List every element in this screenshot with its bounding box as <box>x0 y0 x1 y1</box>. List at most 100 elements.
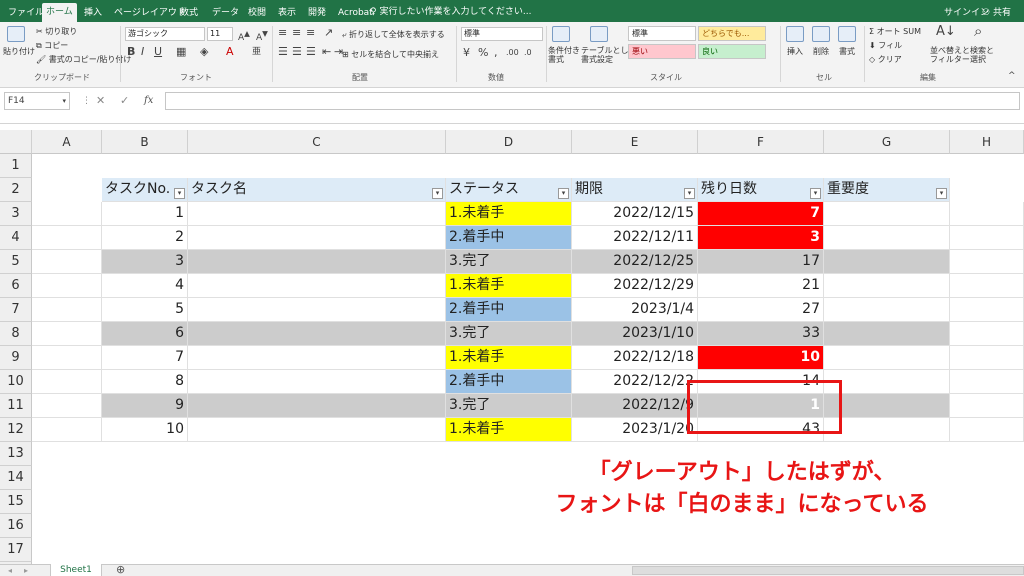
percent-icon[interactable]: % <box>478 47 488 59</box>
due-date-cell[interactable]: 2022/12/9 <box>572 394 698 418</box>
status-cell[interactable]: 3.完了 <box>446 250 572 274</box>
status-cell[interactable]: 1.未着手 <box>446 418 572 442</box>
row-header[interactable]: 5 <box>0 250 32 274</box>
table-header-cell[interactable]: 残り日数 ▾ <box>698 178 824 202</box>
column-header-f[interactable]: F <box>698 130 824 154</box>
cell[interactable] <box>32 226 102 250</box>
column-header-b[interactable]: B <box>102 130 188 154</box>
row-header[interactable]: 12 <box>0 418 32 442</box>
task-name-cell[interactable] <box>188 370 446 394</box>
row-header[interactable]: 4 <box>0 226 32 250</box>
format-painter-button[interactable]: 🖌 書式のコピー/貼り付け <box>36 54 131 65</box>
row-header[interactable]: 2 <box>0 178 32 202</box>
task-name-cell[interactable] <box>188 298 446 322</box>
status-cell[interactable]: 2.着手中 <box>446 298 572 322</box>
formula-input[interactable] <box>165 92 1020 110</box>
column-header-a[interactable]: A <box>32 130 102 154</box>
importance-cell[interactable] <box>824 322 950 346</box>
importance-cell[interactable] <box>824 250 950 274</box>
task-no-cell[interactable]: 3 <box>102 250 188 274</box>
row-header[interactable]: 1 <box>0 154 32 178</box>
row-header[interactable]: 7 <box>0 298 32 322</box>
due-date-cell[interactable]: 2022/12/15 <box>572 202 698 226</box>
task-name-cell[interactable] <box>188 202 446 226</box>
remaining-days-cell[interactable]: 10 <box>698 346 824 370</box>
cell[interactable] <box>950 274 1024 298</box>
table-header-cell[interactable]: タスク名 ▾ <box>188 178 446 202</box>
scroll-left-icon[interactable]: ◂ <box>8 565 12 576</box>
task-no-cell[interactable]: 9 <box>102 394 188 418</box>
format-cells-icon[interactable] <box>838 26 856 42</box>
cell[interactable] <box>32 202 102 226</box>
row-header[interactable]: 3 <box>0 202 32 226</box>
task-name-cell[interactable] <box>188 226 446 250</box>
confirm-icon[interactable]: ✓ <box>120 95 129 107</box>
table-header-cell[interactable]: 期限 ▾ <box>572 178 698 202</box>
due-date-cell[interactable]: 2023/1/4 <box>572 298 698 322</box>
task-no-cell[interactable]: 5 <box>102 298 188 322</box>
cell[interactable] <box>950 346 1024 370</box>
table-header-cell[interactable]: 重要度 ▾ <box>824 178 950 202</box>
remaining-days-cell[interactable]: 21 <box>698 274 824 298</box>
row-header[interactable]: 15 <box>0 490 32 514</box>
select-all-corner[interactable] <box>0 130 32 154</box>
cell[interactable] <box>32 322 102 346</box>
due-date-cell[interactable]: 2022/12/18 <box>572 346 698 370</box>
due-date-cell[interactable]: 2023/1/10 <box>572 322 698 346</box>
phonetic-icon[interactable]: 亜 <box>252 46 261 58</box>
task-name-cell[interactable] <box>188 322 446 346</box>
task-name-cell[interactable] <box>188 274 446 298</box>
add-sheet-icon[interactable]: ⊕ <box>116 563 125 576</box>
status-cell[interactable]: 2.着手中 <box>446 226 572 250</box>
row-header[interactable]: 14 <box>0 466 32 490</box>
tab-data[interactable]: データ <box>208 4 243 22</box>
increase-decimal-icon[interactable]: .00 <box>506 47 519 59</box>
insert-cells-icon[interactable] <box>786 26 804 42</box>
insert-cells-button[interactable]: 挿入 <box>787 46 803 57</box>
status-cell[interactable]: 2.着手中 <box>446 370 572 394</box>
align-middle-icon[interactable]: ≡ <box>292 27 301 39</box>
indent-decrease-icon[interactable]: ⇤ <box>322 46 331 58</box>
cell[interactable] <box>32 370 102 394</box>
conditional-format-button[interactable]: 条件付き 書式 <box>548 46 580 64</box>
due-date-cell[interactable]: 2022/12/25 <box>572 250 698 274</box>
tab-insert[interactable]: 挿入 <box>80 4 106 22</box>
task-name-cell[interactable] <box>188 418 446 442</box>
cell[interactable] <box>32 274 102 298</box>
cancel-icon[interactable]: ✕ <box>96 95 105 107</box>
grow-font-icon[interactable]: A▲ <box>238 28 250 44</box>
task-no-cell[interactable]: 4 <box>102 274 188 298</box>
row-header[interactable]: 6 <box>0 274 32 298</box>
fill-button[interactable]: ⬇ フィル <box>869 40 902 51</box>
format-cells-button[interactable]: 書式 <box>839 46 855 57</box>
status-cell[interactable]: 1.未着手 <box>446 202 572 226</box>
scroll-right-icon[interactable]: ▸ <box>24 565 28 576</box>
clear-button[interactable]: ◇ クリア <box>869 54 902 65</box>
remaining-days-cell[interactable]: 7 <box>698 202 824 226</box>
remaining-days-cell[interactable]: 27 <box>698 298 824 322</box>
decrease-decimal-icon[interactable]: .0 <box>524 47 532 59</box>
fill-color-icon[interactable]: ◈ <box>200 46 208 58</box>
importance-cell[interactable] <box>824 298 950 322</box>
cell[interactable] <box>950 226 1024 250</box>
currency-icon[interactable]: ¥ <box>463 47 470 59</box>
importance-cell[interactable] <box>824 394 950 418</box>
task-name-cell[interactable] <box>188 346 446 370</box>
due-date-cell[interactable]: 2022/12/11 <box>572 226 698 250</box>
style-good[interactable]: 良い <box>698 44 766 59</box>
row-header[interactable]: 17 <box>0 538 32 562</box>
table-header-cell[interactable]: ステータス ▾ <box>446 178 572 202</box>
row-header[interactable]: 16 <box>0 514 32 538</box>
table-format-icon[interactable] <box>590 26 608 42</box>
tell-me-search[interactable]: ♀ 実行したい作業を入力してください... <box>370 4 532 17</box>
table-header-cell[interactable]: タスクNo. ▾ <box>102 178 188 202</box>
cell[interactable] <box>32 346 102 370</box>
cell[interactable] <box>32 394 102 418</box>
due-date-cell[interactable]: 2022/12/22 <box>572 370 698 394</box>
column-header-d[interactable]: D <box>446 130 572 154</box>
column-header-c[interactable]: C <box>188 130 446 154</box>
fx-icon[interactable]: fx <box>144 95 153 107</box>
font-name-select[interactable]: 游ゴシック <box>125 27 205 41</box>
row-header[interactable]: 8 <box>0 322 32 346</box>
align-top-icon[interactable]: ≡ <box>278 27 287 39</box>
